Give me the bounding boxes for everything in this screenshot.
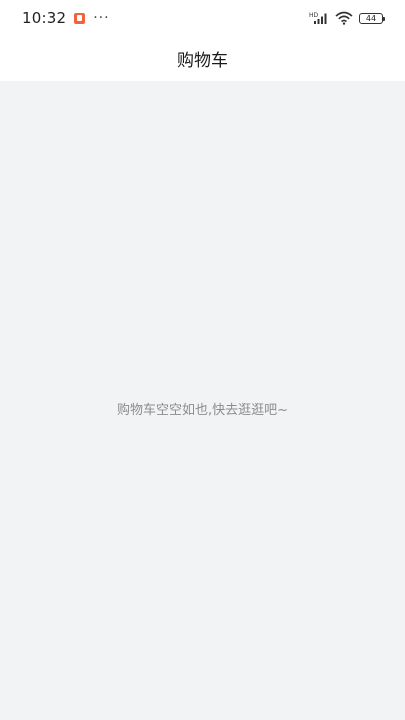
svg-text:HD: HD	[309, 12, 319, 19]
empty-cart-message: 购物车空空如也,快去逛逛吧~	[116, 403, 289, 418]
cart-content: 购物车空空如也,快去逛逛吧~	[0, 81, 405, 720]
signal-hd-icon: HD	[309, 12, 327, 24]
battery-level: 44	[365, 13, 377, 23]
wifi-icon	[335, 11, 353, 25]
page-title: 购物车	[177, 51, 228, 71]
battery-icon: 44	[359, 12, 385, 24]
notification-icon	[74, 12, 86, 24]
status-bar: 10:32 ··· HD 44	[0, 0, 405, 36]
more-notifications-icon: ···	[93, 10, 110, 26]
status-time: 10:32	[22, 9, 67, 27]
status-left: 10:32 ···	[22, 9, 110, 27]
status-right: HD 44	[309, 11, 385, 25]
page-header: 购物车	[0, 36, 405, 81]
